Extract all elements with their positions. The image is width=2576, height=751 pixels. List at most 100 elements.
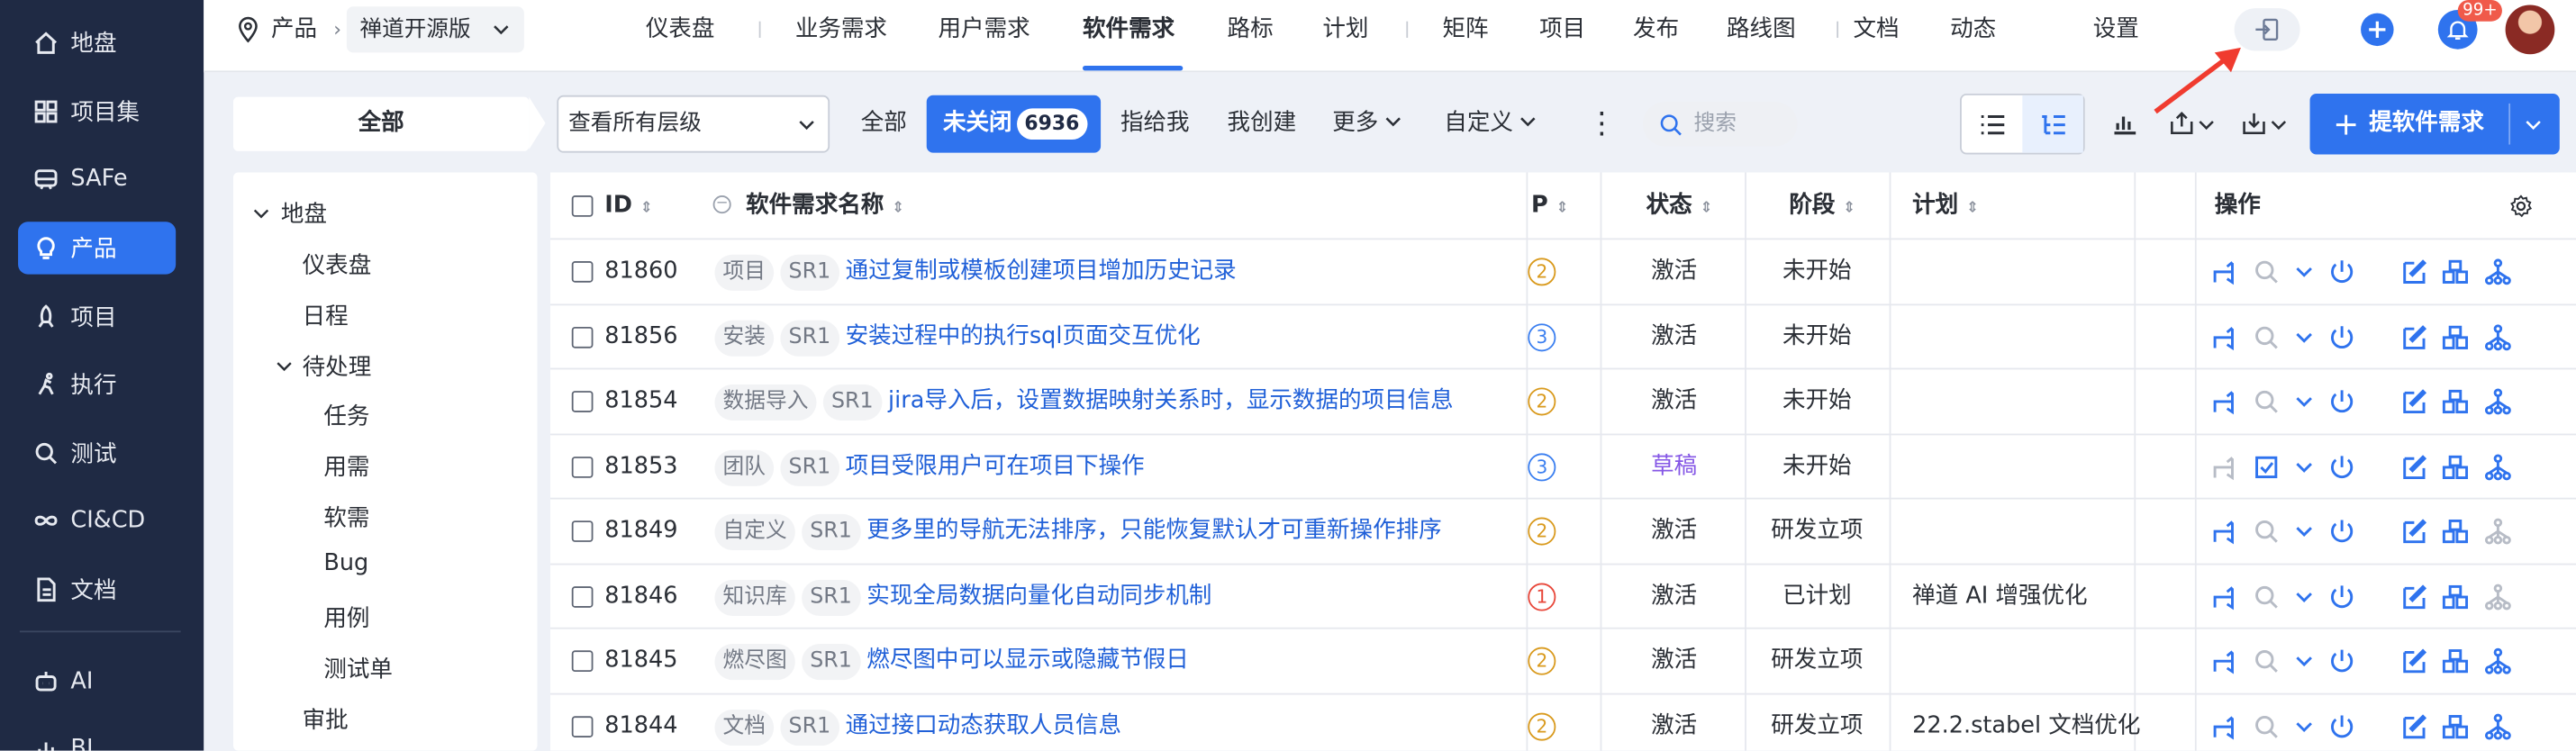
topnav-item-1[interactable]: 业务需求: [795, 0, 887, 72]
row-checkbox[interactable]: [571, 585, 594, 607]
product-switcher[interactable]: 禅道开源版: [346, 6, 524, 53]
close-story-icon[interactable]: [2328, 258, 2356, 285]
table-row[interactable]: 81856 安装 SR1 安装过程中的执行sql页面交互优化 3 激活 未开始: [550, 303, 2576, 368]
chevron-down-icon[interactable]: [2290, 387, 2318, 415]
header-name[interactable]: 软件需求名称 ⇕: [746, 173, 904, 239]
chevron-down-icon[interactable]: [2290, 712, 2318, 740]
edit-icon[interactable]: [2400, 583, 2428, 611]
sidebar-item-4[interactable]: 项目: [18, 291, 176, 343]
close-story-icon[interactable]: [2328, 453, 2356, 481]
table-row[interactable]: 81845 燃尽图 SR1 燃尽图中可以显示或隐藏节假日 2 激活 研发立项: [550, 627, 2576, 692]
header-status[interactable]: 状态 ⇕: [1646, 173, 1713, 239]
review-icon[interactable]: [2253, 387, 2281, 415]
search-input[interactable]: 搜索: [1643, 102, 1798, 147]
sidebar-item-1[interactable]: 项目集: [18, 86, 176, 138]
filter-custom-dropdown[interactable]: 自定义: [1444, 95, 1537, 153]
edit-icon[interactable]: [2400, 518, 2428, 546]
change-icon[interactable]: [2209, 518, 2237, 546]
topnav-item-6[interactable]: 矩阵: [1442, 0, 1488, 72]
tree-node-schedule[interactable]: 日程: [303, 299, 349, 331]
story-title-link[interactable]: 实现全局数据向量化自动同步机制: [866, 583, 1211, 609]
header-plan[interactable]: 计划 ⇕: [1912, 173, 1979, 239]
chevron-down-icon[interactable]: [2290, 322, 2318, 350]
tree-node-task[interactable]: 任务: [323, 399, 369, 431]
select-all-checkbox[interactable]: [571, 195, 594, 217]
topnav-item-3[interactable]: 软件需求: [1083, 0, 1175, 72]
header-pri[interactable]: P ⇕: [1531, 173, 1568, 239]
story-title-link[interactable]: 项目受限用户可在项目下操作: [846, 453, 1145, 479]
tree-filter-tab[interactable]: 全部: [233, 96, 546, 151]
story-title-link[interactable]: jira导入后，设置数据映射关系时，显示数据的项目信息: [888, 387, 1454, 413]
split-story-icon[interactable]: [2441, 387, 2469, 415]
story-title-link[interactable]: 通过复制或模板创建项目增加历史记录: [846, 258, 1237, 284]
submit-review-icon[interactable]: [2253, 453, 2281, 481]
split-story-icon[interactable]: [2441, 712, 2469, 740]
story-title-link[interactable]: 燃尽图中可以显示或隐藏节假日: [866, 647, 1189, 674]
edit-icon[interactable]: [2400, 453, 2428, 481]
tree-node-user-story[interactable]: 用需: [323, 450, 369, 483]
table-row[interactable]: 81853 团队 SR1 项目受限用户可在项目下操作 3 草稿 未开始: [550, 432, 2576, 498]
chevron-down-icon[interactable]: [2290, 583, 2318, 611]
topnav-item-7[interactable]: 项目: [1539, 0, 1585, 72]
sidebar-item-3[interactable]: 产品: [18, 222, 177, 275]
list-view-button[interactable]: [1962, 95, 2022, 153]
close-story-icon[interactable]: [2328, 387, 2356, 415]
story-title-link[interactable]: 更多里的导航无法排序，只能恢复默认才可重新操作排序: [866, 518, 1441, 544]
subdivide-icon[interactable]: [2484, 387, 2512, 415]
chevron-down-icon[interactable]: [2290, 258, 2318, 285]
chevron-down-icon[interactable]: [276, 358, 292, 375]
close-story-icon[interactable]: [2328, 518, 2356, 546]
subdivide-icon[interactable]: [2484, 647, 2512, 675]
close-story-icon[interactable]: [2328, 322, 2356, 350]
sidebar-item-8[interactable]: 文档: [18, 564, 176, 616]
chevron-down-icon[interactable]: [253, 205, 269, 222]
subdivide-icon[interactable]: [2484, 453, 2512, 481]
split-story-icon[interactable]: [2441, 518, 2469, 546]
filter-unclosed[interactable]: 未关闭 6936: [926, 95, 1102, 153]
gear-icon[interactable]: [2508, 194, 2533, 218]
topnav-item-5[interactable]: 计划: [1322, 0, 1368, 72]
topnav-item-4[interactable]: 路标: [1228, 0, 1274, 72]
topnav-item-12[interactable]: 设置: [2093, 0, 2139, 72]
tree-node-story[interactable]: 软需: [323, 501, 369, 533]
row-checkbox[interactable]: [571, 261, 594, 283]
row-checkbox[interactable]: [571, 650, 594, 673]
header-id[interactable]: ID ⇕: [604, 173, 652, 239]
split-story-icon[interactable]: [2441, 453, 2469, 481]
split-story-icon[interactable]: [2441, 647, 2469, 675]
edit-icon[interactable]: [2400, 387, 2428, 415]
edit-icon[interactable]: [2400, 258, 2428, 285]
review-icon[interactable]: [2253, 518, 2281, 546]
review-icon[interactable]: [2253, 322, 2281, 350]
change-icon[interactable]: [2209, 647, 2237, 675]
sidebar-item-6[interactable]: 测试: [18, 427, 176, 479]
topnav-item-10[interactable]: 文档: [1853, 0, 1899, 72]
story-title-link[interactable]: 通过接口动态获取人员信息: [846, 712, 1121, 738]
change-icon[interactable]: [2209, 453, 2237, 481]
tree-node-bug[interactable]: Bug: [323, 550, 368, 576]
change-icon[interactable]: [2209, 322, 2237, 350]
split-story-icon[interactable]: [2441, 322, 2469, 350]
table-row[interactable]: 81854 数据导入 SR1 jira导入后，设置数据映射关系时，显示数据的项目信息 2…: [550, 367, 2576, 433]
row-checkbox[interactable]: [571, 326, 594, 348]
review-icon[interactable]: [2253, 583, 2281, 611]
tree-node-pending[interactable]: 待处理: [303, 350, 372, 383]
split-story-icon[interactable]: [2441, 258, 2469, 285]
change-icon[interactable]: [2209, 712, 2237, 740]
tree-node-approval[interactable]: 审批: [303, 703, 349, 736]
table-row[interactable]: 81849 自定义 SR1 更多里的导航无法排序，只能恢复默认才可重新操作排序 2 激活 研…: [550, 497, 2576, 563]
level-select[interactable]: 查看所有层级: [557, 95, 830, 153]
table-row[interactable]: 81860 项目 SR1 通过复制或模板创建项目增加历史记录 2 激活 未开始: [550, 238, 2576, 303]
report-chart-button[interactable]: [2111, 110, 2137, 142]
table-row[interactable]: 81846 知识库 SR1 实现全局数据向量化自动同步机制 1 激活 已计划 禅道 AI 增强…: [550, 562, 2576, 628]
breadcrumb-product[interactable]: 产品: [271, 0, 317, 72]
review-icon[interactable]: [2253, 647, 2281, 675]
subdivide-icon[interactable]: [2484, 518, 2512, 546]
chevron-down-icon[interactable]: [2525, 117, 2541, 133]
sidebar-item-2[interactable]: SAFe: [18, 153, 176, 205]
change-icon[interactable]: [2209, 387, 2237, 415]
topnav-item-9[interactable]: 路线图: [1727, 0, 1796, 72]
export-button[interactable]: [2169, 110, 2221, 142]
row-checkbox[interactable]: [571, 391, 594, 412]
sidebar-item-5[interactable]: 执行: [18, 358, 176, 411]
